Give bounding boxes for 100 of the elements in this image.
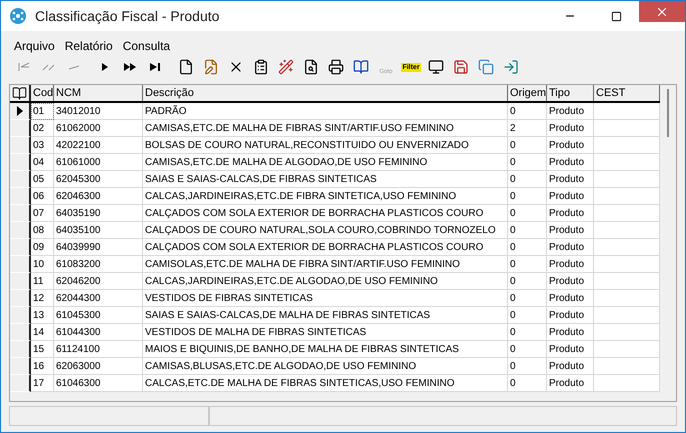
toolbar-button[interactable]: [327, 57, 345, 77]
row-indicator[interactable]: [10, 324, 31, 341]
printer-icon: [328, 59, 344, 75]
table-cell: [594, 154, 660, 171]
close-button[interactable]: [639, 1, 685, 22]
row-indicator[interactable]: [10, 375, 31, 392]
table-cell: [594, 375, 660, 392]
table-cell: BOLSAS DE COURO NATURAL,RECONSTITUIDO OU ENVERNIZADO: [143, 137, 508, 154]
table-cell: Produto: [547, 358, 594, 375]
table-cell: CALCAS,JARDINEIRAS,ETC.DE ALGODAO,DE USO FEMININO: [143, 273, 508, 290]
table-cell: 09: [31, 239, 54, 256]
table-cell: 02: [31, 120, 54, 137]
table-cell: Produto: [547, 222, 594, 239]
table-cell: Produto: [547, 171, 594, 188]
menu-item[interactable]: Arquivo: [14, 37, 55, 55]
table-cell: CALÇADOS COM SOLA EXTERIOR DE BORRACHA PLASTICOS COURO: [143, 239, 508, 256]
table-cell: 13: [31, 307, 54, 324]
table-cell: 0: [508, 188, 547, 205]
table-cell: 42022100: [54, 137, 143, 154]
column-header[interactable]: Descrição: [143, 85, 508, 101]
table-cell: 61083200: [54, 256, 143, 273]
table-cell: Produto: [547, 239, 594, 256]
table-cell: [594, 341, 660, 358]
table-cell: 14: [31, 324, 54, 341]
exit-icon: [503, 59, 519, 75]
table-cell: 0: [508, 171, 547, 188]
table-cell: 06: [31, 188, 54, 205]
table-cell: CAMISAS,ETC.DE MALHA DE ALGODAO,DE USO FEMININO: [143, 154, 508, 171]
table-cell: [594, 171, 660, 188]
table-cell: [594, 239, 660, 256]
row-indicator[interactable]: [10, 239, 31, 256]
row-indicator[interactable]: [10, 358, 31, 375]
table-cell: [594, 256, 660, 273]
table-cell: 01: [31, 103, 54, 120]
table-cell: 0: [508, 205, 547, 222]
table-cell: 0: [508, 324, 547, 341]
table-cell: 61062000: [54, 120, 143, 137]
row-indicator[interactable]: [10, 103, 31, 120]
toolbar-button[interactable]: [177, 57, 195, 77]
table-cell: [594, 358, 660, 375]
table-cell: CAMISAS,ETC.DE MALHA DE FIBRAS SINT/ARTIF.USO FEMININO: [143, 120, 508, 137]
table-cell: CALCAS,JARDINEIRAS,ETC.DE FIBRA SINTETICA,USO FEMININO: [143, 188, 508, 205]
column-header[interactable]: NCM: [54, 85, 143, 101]
row-indicator[interactable]: [10, 273, 31, 290]
table-cell: CAMISOLAS,ETC.DE MALHA DE FIBRA SINT/ARTIF.USO FEMININO: [143, 256, 508, 273]
table-cell: 15: [31, 341, 54, 358]
table-cell: 61061000: [54, 154, 143, 171]
table-cell: 61044300: [54, 324, 143, 341]
table-cell: 61046300: [54, 375, 143, 392]
row-indicator[interactable]: [10, 307, 31, 324]
column-header[interactable]: Tipo: [547, 85, 594, 101]
table-cell: SAIAS E SAIAS-CALCAS,DE FIBRAS SINTETICAS: [143, 171, 508, 188]
table-cell: 03: [31, 137, 54, 154]
table-cell: 62045300: [54, 171, 143, 188]
table-cell: 62044300: [54, 290, 143, 307]
wand-icon: [278, 59, 294, 75]
table-cell: Produto: [547, 205, 594, 222]
table-cell: 08: [31, 222, 54, 239]
table-cell: 2: [508, 120, 547, 137]
table-cell: Produto: [547, 103, 594, 120]
menu-item[interactable]: Consulta: [122, 37, 170, 55]
table-cell: PADRÃO: [143, 103, 508, 120]
book-icon: [353, 59, 369, 75]
table-cell: 16: [31, 358, 54, 375]
row-pointer-icon: [16, 106, 22, 116]
table-cell: [594, 120, 660, 137]
menu-item[interactable]: Relatório: [64, 37, 113, 55]
table-cell: 0: [508, 358, 547, 375]
row-indicator[interactable]: [10, 256, 31, 273]
row-indicator[interactable]: [10, 171, 31, 188]
row-indicator[interactable]: [10, 222, 31, 239]
table-cell: 0: [508, 341, 547, 358]
row-indicator[interactable]: [10, 137, 31, 154]
table-cell: [594, 290, 660, 307]
row-indicator[interactable]: [10, 120, 31, 137]
row-indicator[interactable]: [10, 341, 31, 358]
column-header[interactable]: Origem: [508, 85, 547, 101]
table-cell: 0: [508, 222, 547, 239]
table-cell: 64035100: [54, 222, 143, 239]
toolbar-button[interactable]: [252, 57, 270, 77]
table-cell: CALÇADOS COM SOLA EXTERIOR DE BORRACHA PLASTICOS COURO: [143, 205, 508, 222]
table-cell: 05: [31, 171, 54, 188]
row-indicator[interactable]: [10, 205, 31, 222]
row-indicator[interactable]: [10, 290, 31, 307]
maximize-icon: [610, 10, 622, 22]
column-header[interactable]: Cod: [31, 85, 54, 101]
table-cell: Produto: [547, 290, 594, 307]
table-cell: 07: [31, 205, 54, 222]
windows-icon: [478, 59, 494, 75]
table-cell: [594, 188, 660, 205]
table-cell: 0: [508, 103, 547, 120]
row-indicator[interactable]: [10, 154, 31, 171]
table-cell: VESTIDOS DE MALHA DE FIBRAS SINTETICAS: [143, 324, 508, 341]
table-cell: VESTIDOS DE FIBRAS SINTETICAS: [143, 290, 508, 307]
toolbar-button[interactable]: [302, 57, 320, 77]
row-indicator[interactable]: [10, 188, 31, 205]
table-cell: 12: [31, 290, 54, 307]
table-cell: 64039990: [54, 239, 143, 256]
table-cell: Produto: [547, 154, 594, 171]
table-cell: 0: [508, 239, 547, 256]
